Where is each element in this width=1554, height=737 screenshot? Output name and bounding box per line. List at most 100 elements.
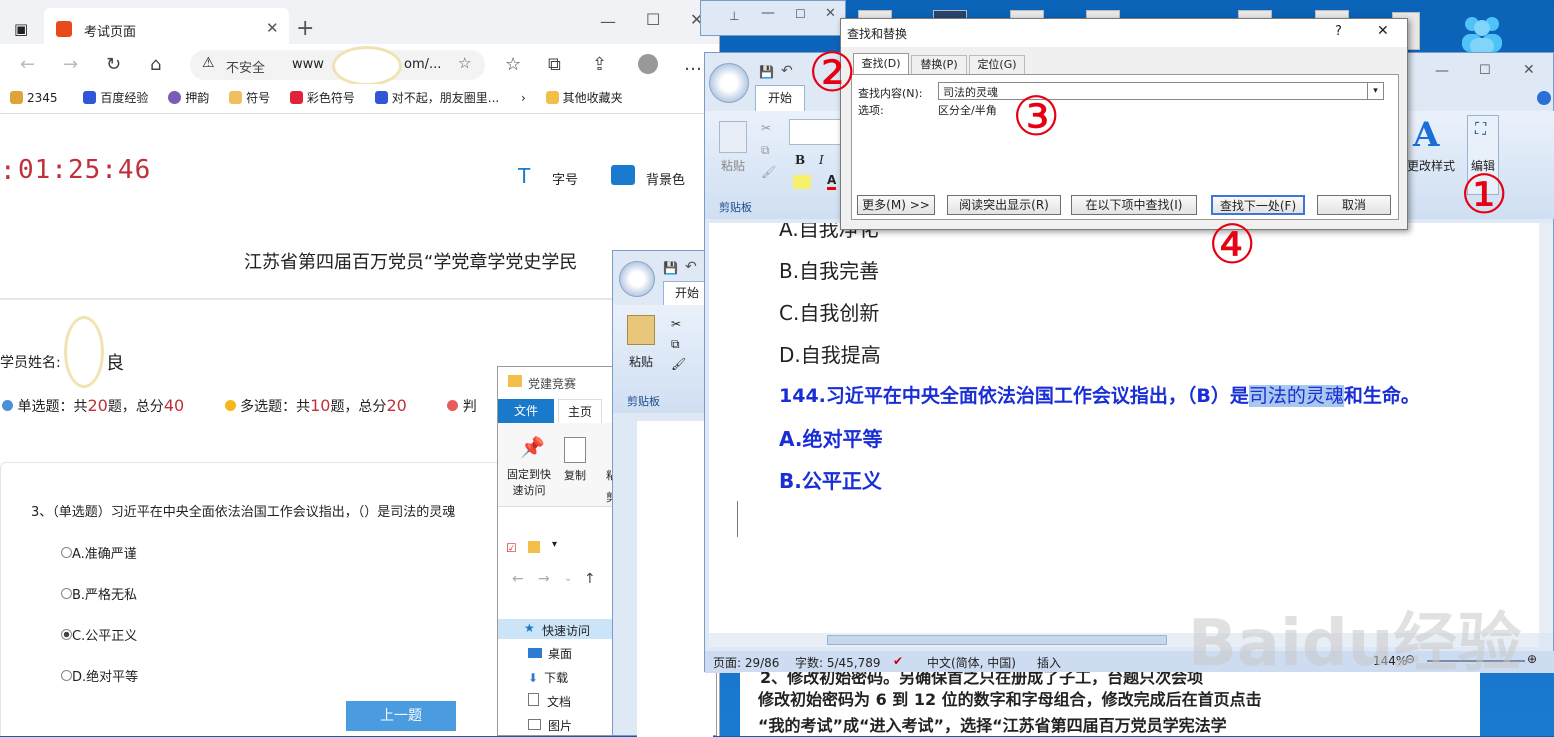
profile-avatar[interactable] (638, 54, 658, 74)
maximize-icon[interactable]: ☐ (1479, 63, 1491, 78)
undo-icon[interactable]: ↶ (781, 63, 793, 79)
nav-documents[interactable]: 文档 (528, 693, 571, 710)
close-window-icon[interactable]: ✕ (1523, 62, 1535, 78)
favorites-icon[interactable]: ☆ (505, 54, 521, 75)
fav-folder[interactable]: 其他收藏夹 (545, 84, 623, 112)
fav-item[interactable]: 押韵 (168, 84, 209, 112)
minimize-icon[interactable]: — (761, 5, 775, 21)
copy-button[interactable]: 复制 (564, 467, 586, 483)
font-size-button[interactable]: 字号 (552, 169, 578, 188)
option-d[interactable]: D.绝对平等 (61, 666, 138, 685)
paste-button[interactable]: 粘贴 (629, 353, 653, 370)
tab-file[interactable]: 文件 (498, 399, 554, 423)
pin-quick-access-button[interactable]: 固定到快速访问 (504, 467, 554, 499)
collections-icon[interactable]: ⧉ (548, 54, 561, 75)
maximize-icon[interactable]: ☐ (646, 10, 660, 29)
help-button[interactable]: ? (1335, 24, 1342, 39)
nav-pictures[interactable]: 图片 (528, 717, 572, 734)
italic-icon[interactable]: I (819, 153, 824, 167)
minimize-icon[interactable]: — (600, 12, 616, 31)
close-icon[interactable]: ✕ (1377, 23, 1389, 39)
forward-icon[interactable]: → (538, 571, 550, 587)
change-style-icon[interactable]: A (1413, 115, 1439, 155)
refresh-icon[interactable]: ↻ (106, 54, 121, 75)
word-count[interactable]: 字数: 5/45,789 (795, 654, 881, 671)
share-icon[interactable]: ⇪ (592, 54, 607, 75)
nav-quick-access[interactable]: ★ 快速访问 (498, 619, 616, 639)
background-color-button[interactable]: 背景色 (646, 169, 685, 188)
nav-desktop[interactable]: 桌面 (528, 645, 572, 662)
tab-replace[interactable]: 替换(P) (911, 55, 967, 75)
save-icon[interactable]: 💾 (663, 261, 678, 275)
tab-home[interactable]: 开始 (755, 85, 805, 111)
cut-icon[interactable]: ✂ (671, 317, 681, 331)
cut-icon[interactable]: ✂ (761, 121, 771, 135)
tab-goto[interactable]: 定位(G) (969, 55, 1025, 75)
change-style-button[interactable]: 更改样式 (1407, 157, 1455, 174)
fav-item[interactable]: 对不起，朋友圈里... (374, 84, 499, 112)
fav-item[interactable]: 百度经验 (83, 84, 148, 112)
vertical-scrollbar[interactable] (1539, 223, 1553, 633)
proofing-icon[interactable]: ✔ (893, 654, 903, 668)
tab-find[interactable]: 查找(D) (853, 53, 909, 75)
zoom-in-icon[interactable]: ⊕ (1527, 652, 1537, 666)
home-icon[interactable]: ⌂ (150, 54, 161, 75)
option-c[interactable]: C.公平正义 (61, 625, 137, 644)
bold-icon[interactable]: B (795, 153, 805, 167)
close-tab-icon[interactable]: ✕ (266, 19, 279, 37)
highlight-icon[interactable] (793, 175, 811, 189)
font-size-icon[interactable]: T (518, 164, 530, 188)
url-field[interactable]: ⚠ 不安全 www om/... ☆ (190, 46, 485, 86)
copy-icon[interactable]: ⧉ (671, 337, 680, 352)
office-button-icon[interactable] (619, 261, 655, 297)
fav-item[interactable]: 符号 (229, 84, 270, 112)
font-color-icon[interactable]: A (827, 173, 837, 190)
format-painter-icon[interactable]: 🖌 (761, 165, 776, 179)
pin-icon[interactable]: ⊥ (729, 9, 739, 23)
paste-icon[interactable] (627, 315, 655, 345)
page-count[interactable]: 页面: 29/86 (713, 654, 779, 671)
maximize-icon[interactable]: ☐ (795, 7, 806, 21)
paste-icon[interactable] (719, 121, 747, 153)
dropdown-icon[interactable]: ▾ (552, 539, 557, 550)
save-icon[interactable]: 💾 (759, 65, 774, 79)
reading-highlight-button[interactable]: 阅读突出显示(R) (947, 195, 1061, 215)
up-icon[interactable]: ↑ (584, 571, 596, 587)
scroll-thumb[interactable] (827, 635, 1167, 645)
office-button-icon[interactable] (709, 63, 749, 103)
new-tab-icon[interactable]: + (296, 16, 314, 41)
chevron-down-icon[interactable]: ▾ (1367, 83, 1383, 99)
back-icon[interactable]: ← (20, 54, 35, 75)
fav-item[interactable]: 彩色符号 (289, 84, 355, 112)
prev-question-button[interactable]: 上一题 (346, 701, 456, 731)
copy-icon[interactable] (564, 437, 586, 463)
find-input[interactable]: 司法的灵魂 ▾ (938, 82, 1384, 100)
undo-icon[interactable]: ↶ (685, 259, 697, 275)
format-painter-icon[interactable]: 🖌 (671, 357, 686, 371)
more-button[interactable]: 更多(M) >> (857, 195, 935, 215)
option-b[interactable]: B.严格无私 (61, 584, 137, 603)
tab-home[interactable]: 主页 (558, 399, 602, 423)
find-in-button[interactable]: 在以下项中查找(I) (1071, 195, 1197, 215)
pin-icon[interactable]: 📌 (520, 435, 545, 459)
cancel-button[interactable]: 取消 (1317, 195, 1391, 215)
tab-actions-icon[interactable]: ▣ (14, 20, 28, 38)
chevron-down-icon[interactable]: ⌄ (564, 573, 572, 584)
more-icon[interactable]: … (684, 54, 702, 75)
forward-icon[interactable]: → (63, 54, 78, 75)
checkbox-icon[interactable]: ☑ (506, 541, 517, 555)
minimize-icon[interactable]: — (1435, 63, 1449, 79)
find-next-button[interactable]: 查找下一处(F) (1211, 195, 1305, 215)
add-favorite-icon[interactable]: ☆ (458, 54, 471, 72)
nav-downloads[interactable]: ⬇ 下载 (528, 669, 568, 686)
copy-icon[interactable]: ⧉ (761, 143, 770, 158)
insert-mode[interactable]: 插入 (1037, 654, 1061, 671)
back-icon[interactable]: ← (512, 571, 524, 587)
fav-item[interactable]: 2345 (10, 84, 58, 112)
background-color-icon[interactable] (611, 165, 635, 185)
close-window-icon[interactable]: ✕ (825, 6, 836, 21)
language[interactable]: 中文(简体, 中国) (927, 654, 1016, 671)
paste-button[interactable]: 粘贴 (721, 157, 745, 174)
option-a[interactable]: A.准确严谨 (61, 543, 137, 562)
users-icon[interactable] (1458, 10, 1506, 54)
